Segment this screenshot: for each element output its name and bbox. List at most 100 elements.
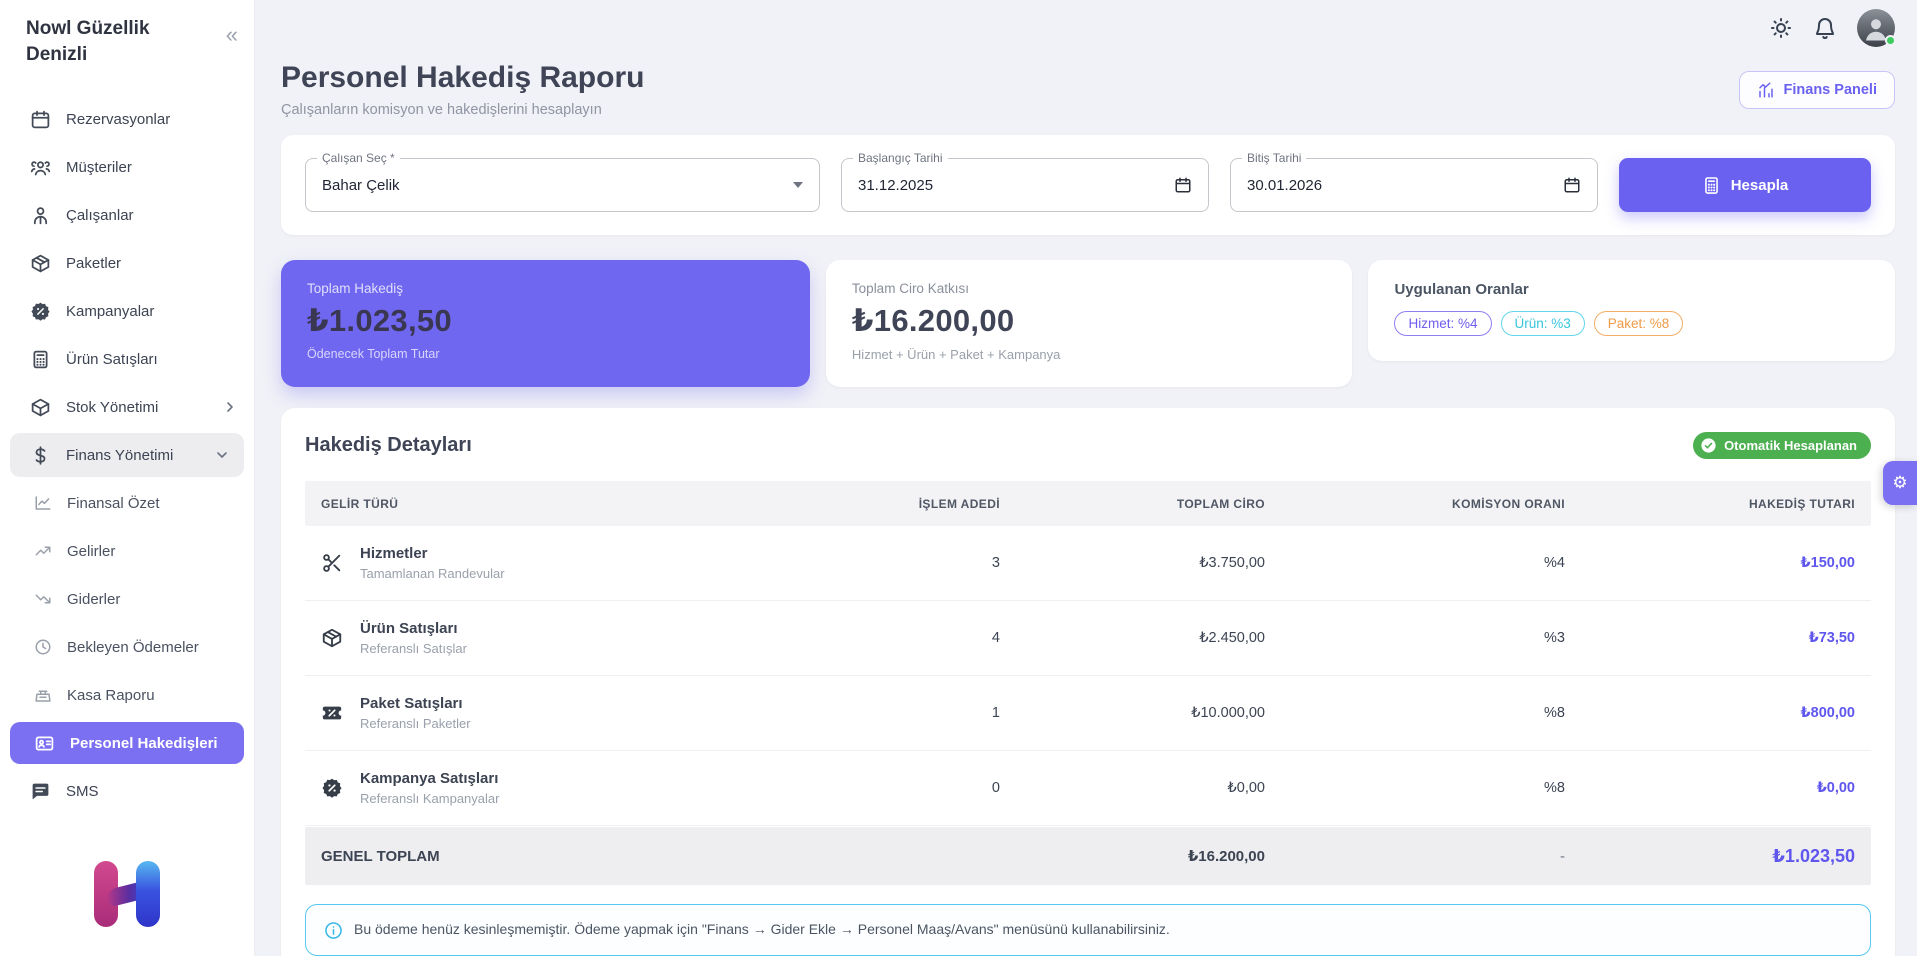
sidebar-item-gelirler[interactable]: Gelirler — [0, 527, 254, 575]
employee-select-value: Bahar Çelik — [322, 177, 400, 194]
total-hakedis-card: Toplam Hakediş ₺1.023,50 Ödenecek Toplam… — [281, 260, 810, 387]
sidebar-item-label: Çalışanlar — [66, 207, 134, 224]
row-subtitle: Referanslı Paketler — [360, 716, 471, 731]
package-icon — [321, 627, 343, 649]
dollar-icon — [30, 445, 51, 466]
row-title: Ürün Satışları — [360, 620, 467, 637]
page-header: Personel Hakediş Raporu Çalışanların kom… — [281, 61, 1895, 118]
filter-card: Çalışan Seç * Bahar Çelik Başlangıç Tari… — [281, 135, 1895, 235]
sidebar-item-sms[interactable]: SMS — [0, 767, 254, 815]
start-date-input[interactable] — [858, 177, 1164, 194]
employee-select[interactable]: Çalışan Seç * Bahar Çelik — [305, 158, 820, 212]
select-caret-icon — [793, 182, 803, 188]
card-sublabel: Ödenecek Toplam Tutar — [307, 347, 784, 361]
calendar-icon — [1174, 176, 1192, 194]
calendar-icon — [1563, 176, 1581, 194]
sidebar-item-rezervasyonlar[interactable]: Rezervasyonlar — [0, 95, 254, 143]
bar-chart-icon — [1757, 81, 1775, 99]
table-row: Ürün Satışları Referanslı Satışlar 4 ₺2.… — [305, 601, 1871, 676]
total-ciro-value: ₺16.200,00 — [852, 303, 1327, 339]
sidebar-item-label: Paketler — [66, 255, 121, 272]
details-title: Hakediş Detayları — [305, 434, 472, 457]
id-card-icon — [34, 733, 55, 754]
sidebar-item-label: Kasa Raporu — [67, 687, 155, 704]
card-title: Uygulanan Oranlar — [1394, 281, 1869, 298]
sidebar-item-musteriler[interactable]: Müşteriler — [0, 143, 254, 191]
sidebar-item-label: Müşteriler — [66, 159, 132, 176]
sidebar-item-label: Bekleyen Ödemeler — [67, 639, 199, 656]
details-card: Hakediş Detayları Otomatik Hesaplanan GE… — [281, 408, 1895, 956]
info-alert: Bu ödeme henüz kesinleşmemiştir. Ödeme y… — [305, 904, 1871, 956]
info-alert-text: Bu ödeme henüz kesinleşmemiştir. Ödeme y… — [354, 920, 1170, 940]
table-footer-row: GENEL TOPLAM ₺16.200,00 - ₺1.023,50 — [305, 827, 1871, 885]
row-count: 3 — [830, 555, 1000, 571]
row-subtitle: Referanslı Kampanyalar — [360, 791, 499, 806]
col-islem-adedi: İŞLEM ADEDİ — [830, 497, 1000, 511]
sidebar-item-stok-yonetimi[interactable]: Stok Yönetimi — [0, 383, 254, 431]
sidebar-item-label: Gelirler — [67, 543, 115, 560]
sidebar-item-paketler[interactable]: Paketler — [0, 239, 254, 287]
row-count: 1 — [830, 705, 1000, 721]
sidebar-item-bekleyen-odemeler[interactable]: Bekleyen Ödemeler — [0, 623, 254, 671]
row-tutar: ₺800,00 — [1565, 705, 1855, 721]
theme-toggle-sun-icon[interactable] — [1769, 16, 1793, 40]
grand-total-oran: - — [1265, 848, 1565, 865]
col-komisyon-orani: KOMİSYON ORANI — [1265, 497, 1565, 511]
row-ciro: ₺3.750,00 — [1000, 555, 1265, 571]
row-tutar: ₺73,50 — [1565, 630, 1855, 646]
calculate-button[interactable]: Hesapla — [1619, 158, 1871, 212]
end-date-field[interactable]: Bitiş Tarihi — [1230, 158, 1598, 212]
box-icon — [30, 397, 51, 418]
message-icon — [30, 781, 51, 802]
settings-gear-button[interactable]: ⚙ — [1883, 461, 1917, 505]
end-date-input[interactable] — [1247, 177, 1553, 194]
applied-rates-card: Uygulanan Oranlar Hizmet: %4 Ürün: %3 Pa… — [1368, 260, 1895, 361]
card-sublabel: Hizmet + Ürün + Paket + Kampanya — [852, 347, 1327, 362]
badge-percent-icon — [30, 301, 51, 322]
row-ciro: ₺0,00 — [1000, 780, 1265, 796]
cash-register-icon — [34, 686, 52, 704]
chevron-right-icon — [222, 399, 238, 415]
rate-chip-urun: Ürün: %3 — [1501, 311, 1585, 336]
notifications-bell-icon[interactable] — [1813, 16, 1837, 40]
row-tutar: ₺0,00 — [1565, 780, 1855, 796]
row-ciro: ₺10.000,00 — [1000, 705, 1265, 721]
grand-total-tutar: ₺1.023,50 — [1565, 846, 1855, 867]
sidebar-item-label: Rezervasyonlar — [66, 111, 170, 128]
info-icon — [324, 921, 343, 940]
scissors-icon — [321, 552, 343, 574]
main-content: Personel Hakediş Raporu Çalışanların kom… — [255, 0, 1917, 956]
row-oran: %3 — [1265, 630, 1565, 646]
sidebar-item-finans-yonetimi[interactable]: Finans Yönetimi — [10, 433, 244, 477]
table-row: Kampanya Satışları Referanslı Kampanyala… — [305, 751, 1871, 826]
sidebar-item-urun-satislari[interactable]: Ürün Satışları — [0, 335, 254, 383]
business-name: Nowl Güzellik Denizli — [26, 16, 210, 67]
sidebar-item-kasa-raporu[interactable]: Kasa Raporu — [0, 671, 254, 719]
col-toplam-ciro: TOPLAM CİRO — [1000, 497, 1265, 511]
sidebar-item-finansal-ozet[interactable]: Finansal Özet — [0, 479, 254, 527]
col-hakedis-tutari: HAKEDİŞ TUTARI — [1565, 497, 1855, 511]
row-tutar: ₺150,00 — [1565, 555, 1855, 571]
hakedis-table: GELİR TÜRÜ İŞLEM ADEDİ TOPLAM CİRO KOMİS… — [305, 481, 1871, 885]
start-date-field[interactable]: Başlangıç Tarihi — [841, 158, 1209, 212]
sidebar-item-calisanlar[interactable]: Çalışanlar — [0, 191, 254, 239]
table-row: Paket Satışları Referanslı Paketler 1 ₺1… — [305, 676, 1871, 751]
card-label: Toplam Ciro Katkısı — [852, 281, 1327, 296]
sidebar-item-label: Ürün Satışları — [66, 351, 158, 368]
sidebar-item-giderler[interactable]: Giderler — [0, 575, 254, 623]
sidebar-item-personel-hakedisleri[interactable]: Personel Hakedişleri — [10, 722, 244, 764]
total-ciro-card: Toplam Ciro Katkısı ₺16.200,00 Hizmet + … — [826, 260, 1353, 387]
user-avatar[interactable] — [1857, 9, 1895, 47]
person-icon — [30, 205, 51, 226]
users-icon — [30, 157, 51, 178]
sidebar-item-kampanyalar[interactable]: Kampanyalar — [0, 287, 254, 335]
calculator-icon — [1702, 176, 1721, 195]
grand-total-label: GENEL TOPLAM — [321, 848, 830, 865]
finans-paneli-button[interactable]: Finans Paneli — [1739, 71, 1895, 109]
sidebar-collapse-button[interactable]: « — [226, 24, 238, 46]
topbar — [281, 0, 1895, 47]
page-subtitle: Çalışanların komisyon ve hakedişlerini h… — [281, 102, 644, 118]
row-count: 4 — [830, 630, 1000, 646]
summary-cards: Toplam Hakediş ₺1.023,50 Ödenecek Toplam… — [281, 260, 1895, 387]
row-count: 0 — [830, 780, 1000, 796]
